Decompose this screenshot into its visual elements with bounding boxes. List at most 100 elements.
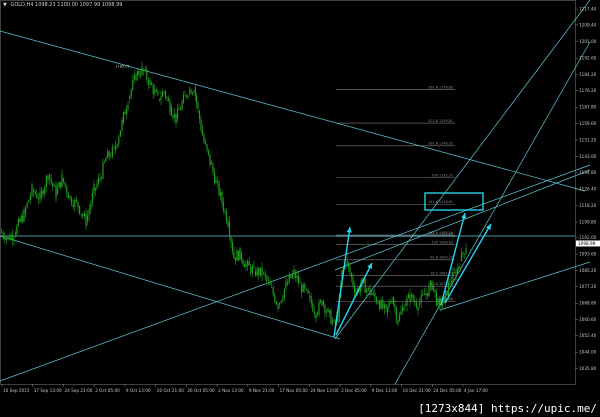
candle-body [391,301,393,303]
candle-body [324,305,326,313]
candle-body [11,234,14,240]
candle-body [423,294,425,296]
candle-body [105,158,107,162]
candle-body [160,96,162,101]
candle-body [110,156,112,158]
candle-body [411,294,413,297]
candle-body [97,178,100,184]
candle-body [212,164,214,173]
candle-body [392,296,395,305]
candle-body [5,237,7,241]
candle-body [58,182,60,189]
candle-body [407,294,410,299]
candle-body [251,266,253,274]
candle-body [364,279,366,293]
candle-body [428,285,430,297]
x-axis-label: 2 Nov 13:00 [218,388,244,393]
y-axis-label: 1044.00 [579,350,597,355]
y-axis-label: 1093.60 [579,252,597,257]
candle-body [274,294,276,302]
candle-body [63,178,65,183]
candle-body [157,91,159,95]
candle-body [144,69,146,72]
x-axis-label: 2 Dec 05:00 [341,388,367,393]
candle-body [279,302,281,305]
candle-body [349,266,351,274]
chart-window: { "header": { "symbol_info": "GOLD,H4 10… [0,0,600,417]
candle-body [200,119,202,130]
candle-body [36,193,38,198]
candle-body [447,282,450,296]
price-chart: 261.8 1176.69 423.6 1159.81 361.8 1148.35 2… [0,0,600,393]
fib-level-label: 61.8 1090.72 [430,256,453,260]
candle-body [172,115,174,118]
candle-body [197,103,199,109]
candle-body [282,297,284,301]
candle-body [444,290,447,301]
candle-body [280,300,282,303]
candle-body [4,237,6,241]
candle-body [164,91,167,98]
candle-body [224,210,226,212]
y-axis-label: 1126.40 [579,187,597,192]
candle-body [313,311,315,314]
candle-body [455,272,457,278]
candle-body [108,151,110,157]
candle-body [322,300,325,306]
candle-body [350,273,353,278]
candle-body [225,210,228,222]
y-axis-label: 1176.20 [579,88,597,93]
candle-body [136,71,139,76]
fib-level-label: 100 1098.40 [431,240,453,244]
x-axis-label: 10 Sep 2015 [3,388,30,393]
candle-body [100,178,103,179]
up-arrow-icon [333,226,351,338]
candle-body [143,69,145,72]
candle-body [154,89,156,94]
candle-body [304,284,306,289]
x-axis-label: 16 Oct 21:00 [157,388,185,393]
candle-body [118,136,120,145]
candle-body [82,214,84,217]
y-axis-label: 1060.60 [579,317,597,322]
candle-body [75,199,77,202]
candle-body [152,84,154,94]
candle-body [275,301,277,305]
candle-body [34,191,36,194]
candle-body [277,304,279,309]
candle-body [272,287,274,295]
candle-body [386,306,389,313]
x-axis-label: 24 Sep 21:00 [64,388,92,393]
candle-body [465,248,467,255]
candle-body [328,310,331,313]
candle-body [69,196,71,199]
candle-body [26,202,28,208]
candle-body [296,276,298,278]
y-axis-label: 1118.20 [579,203,597,208]
candle-body [20,216,22,222]
candle-body [417,307,419,311]
candle-body [400,311,402,315]
y-axis-label: 1102.00 [579,235,597,240]
candle-body [8,237,11,240]
candle-body [415,302,417,308]
candle-body [395,308,398,321]
candle-body [259,267,261,276]
candle-body [299,282,301,284]
candle-body [258,268,260,276]
candle-body [237,250,240,261]
candle-body [288,275,290,283]
candle-body [380,300,382,309]
candle-body [198,110,201,120]
candle-body [414,300,416,303]
candle-body [91,192,93,204]
candle-body [96,183,98,188]
candle-body [367,287,369,290]
candle-body [44,187,46,195]
candle-body [42,190,44,195]
candle-body [47,176,49,181]
candle-body [389,302,392,304]
candle-body [90,203,92,210]
candle-body [218,181,220,196]
y-axis-label: 1077.20 [579,284,597,289]
